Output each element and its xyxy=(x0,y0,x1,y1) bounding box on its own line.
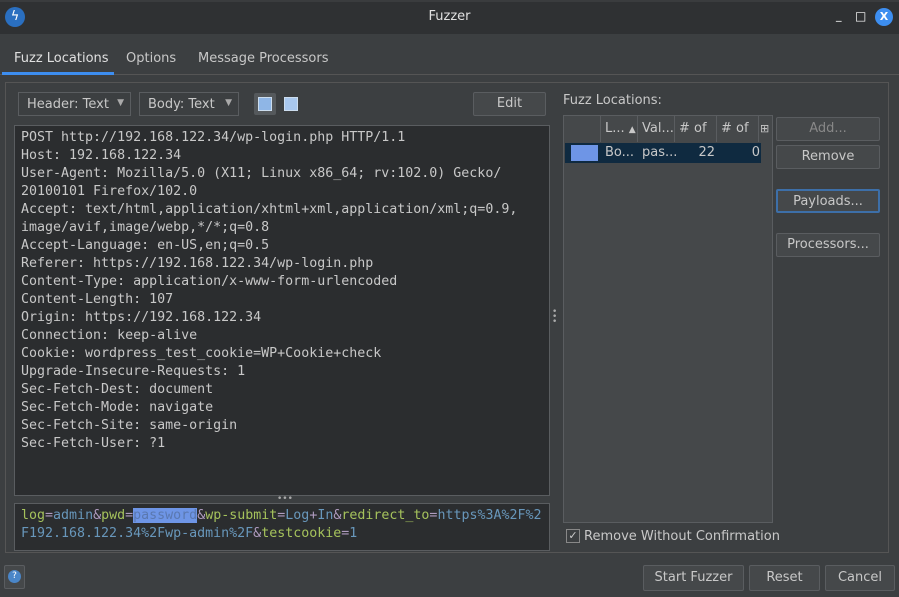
header-line: Host: 192.168.122.34 xyxy=(21,148,182,163)
cell-location: Bo... xyxy=(605,145,635,160)
request-body-editor[interactable]: log=admin&pwd=password&wp-submit=Log+In&… xyxy=(14,503,550,551)
request-header-editor[interactable]: POST http://192.168.122.34/wp-login.php … xyxy=(14,125,550,496)
payloads-button[interactable]: Payloads... xyxy=(776,189,880,213)
body-token: log xyxy=(21,508,46,523)
column-color xyxy=(564,116,601,142)
close-icon[interactable]: X xyxy=(875,8,893,26)
body-token: = xyxy=(45,508,54,523)
tab-fuzz-locations[interactable]: Fuzz Locations xyxy=(14,51,109,66)
header-line: Sec-Fetch-Site: same-origin xyxy=(21,418,238,433)
body-token: In xyxy=(317,508,334,523)
body-token: & xyxy=(93,508,102,523)
tab-selected-indicator xyxy=(2,72,114,75)
body-token: wp-submit xyxy=(205,508,278,523)
body-token: Log xyxy=(285,508,310,523)
header-line: POST http://192.168.122.34/wp-login.php … xyxy=(21,130,406,145)
header-line: 20100101 Firefox/102.0 xyxy=(21,184,198,199)
body-view-value: Body: Text xyxy=(148,97,215,112)
fuzz-location-highlight: password xyxy=(133,508,198,523)
help-button[interactable]: ? xyxy=(4,565,25,589)
split-vertical-button[interactable] xyxy=(254,93,276,115)
header-line: Accept: text/html,application/xhtml+xml,… xyxy=(21,202,518,217)
column-processors[interactable]: # of ... xyxy=(717,116,759,162)
processors-button[interactable]: Processors... xyxy=(776,233,880,257)
cell-payloads: 22 xyxy=(698,145,715,160)
remove-without-confirmation-checkbox[interactable]: ✓ xyxy=(566,529,580,543)
header-line: Sec-Fetch-Mode: navigate xyxy=(21,400,214,415)
table-row[interactable]: Bo... pas... 22 0 xyxy=(565,143,761,163)
body-token: admin xyxy=(53,508,94,523)
window-title: Fuzzer xyxy=(428,9,471,24)
tab-message-processors[interactable]: Message Processors xyxy=(198,51,329,66)
split-horizontal-button[interactable] xyxy=(280,93,302,115)
body-token: testcookie xyxy=(261,526,342,541)
column-payloads[interactable]: # of ... xyxy=(675,116,717,162)
remove-without-confirmation-label: Remove Without Confirmation xyxy=(584,529,780,544)
body-view-select[interactable]: Body: Text ▼ xyxy=(139,92,239,116)
reset-button[interactable]: Reset xyxy=(749,565,820,591)
column-chooser-icon[interactable]: ⊞ xyxy=(759,116,773,142)
chevron-down-icon: ▼ xyxy=(225,98,232,108)
minimize-icon[interactable]: _ xyxy=(836,9,842,22)
header-line: Origin: https://192.168.122.34 xyxy=(21,310,262,325)
body-token: = xyxy=(125,508,134,523)
header-view-select[interactable]: Header: Text ▼ xyxy=(18,92,131,116)
column-location[interactable]: L... ▲ xyxy=(601,116,638,142)
header-line: Connection: keep-alive xyxy=(21,328,198,343)
fuzz-locations-table[interactable]: L... ▲ Val... # of ... # of ... ⊞ Bo... … xyxy=(563,115,773,523)
body-token: redirect_to xyxy=(341,508,430,523)
cancel-button[interactable]: Cancel xyxy=(825,565,895,591)
chevron-down-icon: ▼ xyxy=(117,98,124,108)
add-button[interactable]: Add... xyxy=(776,117,880,141)
header-view-value: Header: Text xyxy=(27,97,109,112)
start-fuzzer-button[interactable]: Start Fuzzer xyxy=(643,565,744,591)
body-token: pwd xyxy=(101,508,126,523)
header-line: image/avif,image/webp,*/*;q=0.8 xyxy=(21,220,270,235)
tab-options[interactable]: Options xyxy=(126,51,176,66)
fuzz-locations-label: Fuzz Locations: xyxy=(563,93,662,108)
tab-divider xyxy=(0,74,899,75)
maximize-icon[interactable]: □ xyxy=(855,9,866,23)
header-line: Accept-Language: en-US,en;q=0.5 xyxy=(21,238,270,253)
sort-ascending-icon: ▲ xyxy=(628,125,636,135)
edit-button[interactable]: Edit xyxy=(473,92,546,116)
header-line: Referer: https://192.168.122.34/wp-login… xyxy=(21,256,374,271)
cell-value: pas... xyxy=(642,145,678,160)
body-token: & xyxy=(197,508,206,523)
header-line: User-Agent: Mozilla/5.0 (X11; Linux x86_… xyxy=(21,166,502,181)
header-line: Sec-Fetch-User: ?1 xyxy=(21,436,166,451)
column-value[interactable]: Val... xyxy=(638,116,675,142)
layout-split-icon xyxy=(258,97,272,111)
remove-button[interactable]: Remove xyxy=(776,145,880,169)
help-icon: ? xyxy=(8,570,21,583)
header-line: Sec-Fetch-Dest: document xyxy=(21,382,214,397)
layout-single-icon xyxy=(284,97,298,111)
location-color-swatch xyxy=(571,145,598,161)
header-line: Upgrade-Insecure-Requests: 1 xyxy=(21,364,246,379)
body-token: 1 xyxy=(349,526,358,541)
splitter-handle[interactable]: ••• xyxy=(277,495,293,504)
header-line: Cookie: wordpress_test_cookie=WP+Cookie+… xyxy=(21,346,382,361)
header-line: Content-Type: application/x-www-form-url… xyxy=(21,274,398,289)
cell-processors: 0 xyxy=(751,145,760,160)
header-line: Content-Length: 107 xyxy=(21,292,174,307)
body-token: & xyxy=(253,526,262,541)
vertical-splitter-handle[interactable]: • • • xyxy=(552,308,557,327)
